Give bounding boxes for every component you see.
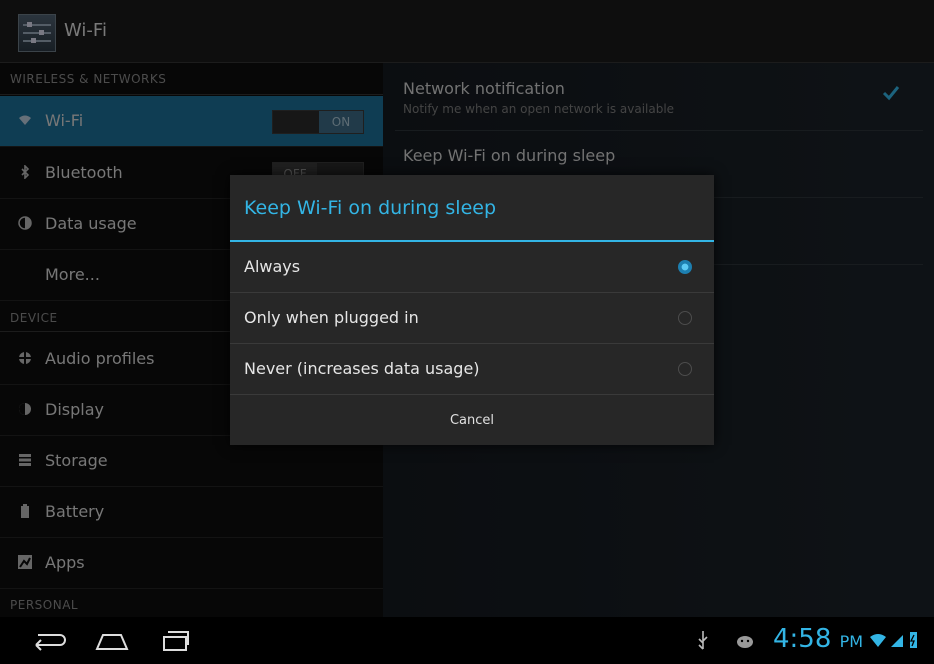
cancel-button[interactable]: Cancel [230,396,714,445]
android-debug-icon [735,629,755,657]
cell-signal-icon [890,629,904,657]
option-only-when-plugged-in[interactable]: Only when plugged in [230,293,714,344]
radio-unselected-icon[interactable] [678,311,692,325]
wifi-signal-icon [868,629,888,657]
clock: 4:58 PM [773,624,863,654]
option-label: Never (increases data usage) [244,359,480,378]
back-icon[interactable] [32,629,68,656]
clock-ampm: PM [839,632,864,651]
usb-icon [695,629,711,657]
option-never[interactable]: Never (increases data usage) [230,344,714,395]
keep-wifi-dialog: Keep Wi-Fi on during sleep Always Only w… [230,175,714,445]
dialog-title: Keep Wi-Fi on during sleep [244,197,497,219]
clock-time: 4:58 [773,624,832,654]
option-label: Only when plugged in [244,308,419,327]
battery-charging-icon [907,629,919,657]
radio-selected-icon[interactable] [678,260,692,274]
radio-unselected-icon[interactable] [678,362,692,376]
home-icon[interactable] [94,629,130,656]
option-always[interactable]: Always [230,242,714,293]
system-bar: 4:58 PM [0,617,934,664]
option-label: Always [244,257,301,276]
recent-apps-icon[interactable] [160,629,190,656]
